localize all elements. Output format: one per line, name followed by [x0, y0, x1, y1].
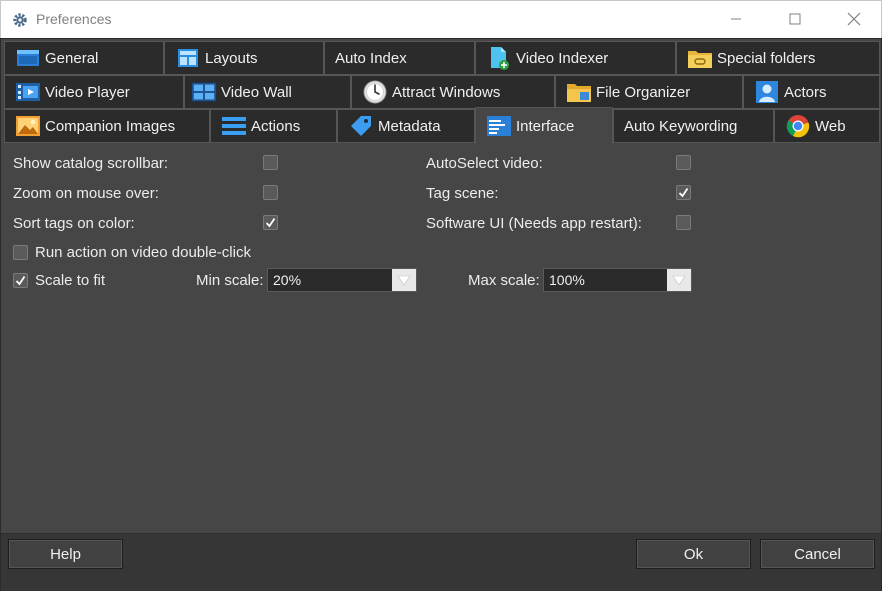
tab-label: Interface	[516, 117, 575, 135]
ok-button-label: Ok	[683, 545, 704, 563]
tab-interface[interactable]: Interface	[475, 107, 613, 145]
tab-general[interactable]: General	[4, 41, 164, 75]
maximize-button[interactable]	[772, 1, 818, 39]
help-button[interactable]: Help	[8, 539, 123, 569]
checkmark-icon	[265, 218, 276, 228]
close-button[interactable]	[831, 1, 877, 39]
tab-layouts[interactable]: Layouts	[164, 41, 324, 75]
window-title: Preferences	[36, 11, 112, 27]
checkmark-icon	[15, 276, 26, 286]
minimize-icon	[730, 12, 742, 28]
image-icon	[15, 114, 41, 138]
tab-attract-windows[interactable]: Attract Windows	[351, 75, 555, 109]
tab-metadata[interactable]: Metadata	[337, 109, 475, 143]
list-icon	[221, 114, 247, 138]
autoselect-video-label: AutoSelect video:	[426, 155, 543, 172]
tab-web[interactable]: Web	[774, 109, 880, 143]
interface-icon	[486, 114, 512, 138]
tab-auto-keywording[interactable]: Auto Keywording	[613, 109, 774, 143]
gear-icon	[12, 12, 28, 28]
show-catalog-scrollbar-label: Show catalog scrollbar:	[13, 155, 169, 172]
tag-scene-checkbox[interactable]	[676, 185, 691, 200]
tab-companion-images[interactable]: Companion Images	[4, 109, 210, 143]
run-action-double-click-checkbox[interactable]	[13, 245, 28, 260]
scale-to-fit-label: Scale to fit	[35, 272, 106, 289]
tab-actors[interactable]: Actors	[743, 75, 880, 109]
tab-label: Actions	[251, 117, 301, 135]
run-action-double-click-label: Run action on video double-click	[35, 244, 251, 261]
clock-icon	[362, 80, 388, 104]
preferences-window: General Layouts Auto Index Video Indexer…	[0, 38, 882, 591]
folder-link-icon	[687, 46, 713, 70]
close-icon	[847, 12, 861, 29]
tab-label: Attract Windows	[392, 83, 501, 101]
folder-organize-icon	[566, 80, 592, 104]
max-scale-select[interactable]: 100%	[543, 268, 692, 292]
help-button-label: Help	[50, 545, 81, 563]
chrome-icon	[785, 114, 811, 138]
maximize-icon	[789, 12, 801, 28]
film-icon	[15, 80, 41, 104]
max-scale-value: 100%	[549, 272, 585, 288]
min-scale-value: 20%	[273, 272, 302, 288]
checkmark-icon	[678, 188, 689, 198]
chevron-down-icon[interactable]	[392, 269, 416, 291]
software-ui-label: Software UI (Needs app restart):	[426, 215, 642, 232]
tab-label: Auto Keywording	[624, 117, 738, 135]
tab-label: Video Wall	[221, 83, 292, 101]
document-add-icon	[486, 46, 512, 70]
cancel-button-label: Cancel	[794, 545, 841, 563]
tag-icon	[348, 114, 374, 138]
tag-scene-label: Tag scene:	[426, 185, 499, 202]
software-ui-checkbox[interactable]	[676, 215, 691, 230]
show-catalog-scrollbar-checkbox[interactable]	[263, 155, 278, 170]
person-icon	[754, 80, 780, 104]
layout-icon	[175, 46, 201, 70]
tab-video-player[interactable]: Video Player	[4, 75, 184, 109]
sort-tags-on-color-checkbox[interactable]	[263, 215, 278, 230]
min-scale-select[interactable]: 20%	[267, 268, 417, 292]
tab-file-organizer[interactable]: File Organizer	[555, 75, 743, 109]
tab-label: Layouts	[205, 49, 258, 67]
tab-label: General	[45, 49, 99, 67]
dialog-footer: Help Ok Cancel	[1, 533, 881, 591]
video-wall-icon	[191, 80, 217, 104]
sort-tags-on-color-label: Sort tags on color:	[13, 215, 135, 232]
ok-button[interactable]: Ok	[636, 539, 751, 569]
title-bar: Preferences	[0, 0, 882, 38]
tab-auto-index[interactable]: Auto Index	[324, 41, 475, 75]
chevron-down-icon[interactable]	[667, 269, 691, 291]
tab-label: Web	[815, 117, 846, 135]
min-scale-label: Min scale:	[196, 272, 264, 289]
tab-video-indexer[interactable]: Video Indexer	[475, 41, 676, 75]
cancel-button[interactable]: Cancel	[760, 539, 875, 569]
scale-to-fit-checkbox[interactable]	[13, 273, 28, 288]
minimize-button[interactable]	[713, 1, 759, 39]
tab-video-wall[interactable]: Video Wall	[184, 75, 351, 109]
tab-special-folders[interactable]: Special folders	[676, 41, 880, 75]
folder-window-icon	[15, 46, 41, 70]
zoom-on-mouse-over-checkbox[interactable]	[263, 185, 278, 200]
tab-label: Special folders	[717, 49, 816, 67]
tab-label: Video Player	[45, 83, 130, 101]
tab-label: Actors	[784, 83, 827, 101]
tab-label: Companion Images	[45, 117, 176, 135]
tab-label: Video Indexer	[516, 49, 609, 67]
tab-label: File Organizer	[596, 83, 691, 101]
zoom-on-mouse-over-label: Zoom on mouse over:	[13, 185, 159, 202]
tab-label: Metadata	[378, 117, 441, 135]
autoselect-video-checkbox[interactable]	[676, 155, 691, 170]
tab-actions[interactable]: Actions	[210, 109, 337, 143]
tab-label: Auto Index	[335, 49, 407, 67]
max-scale-label: Max scale:	[468, 272, 540, 289]
